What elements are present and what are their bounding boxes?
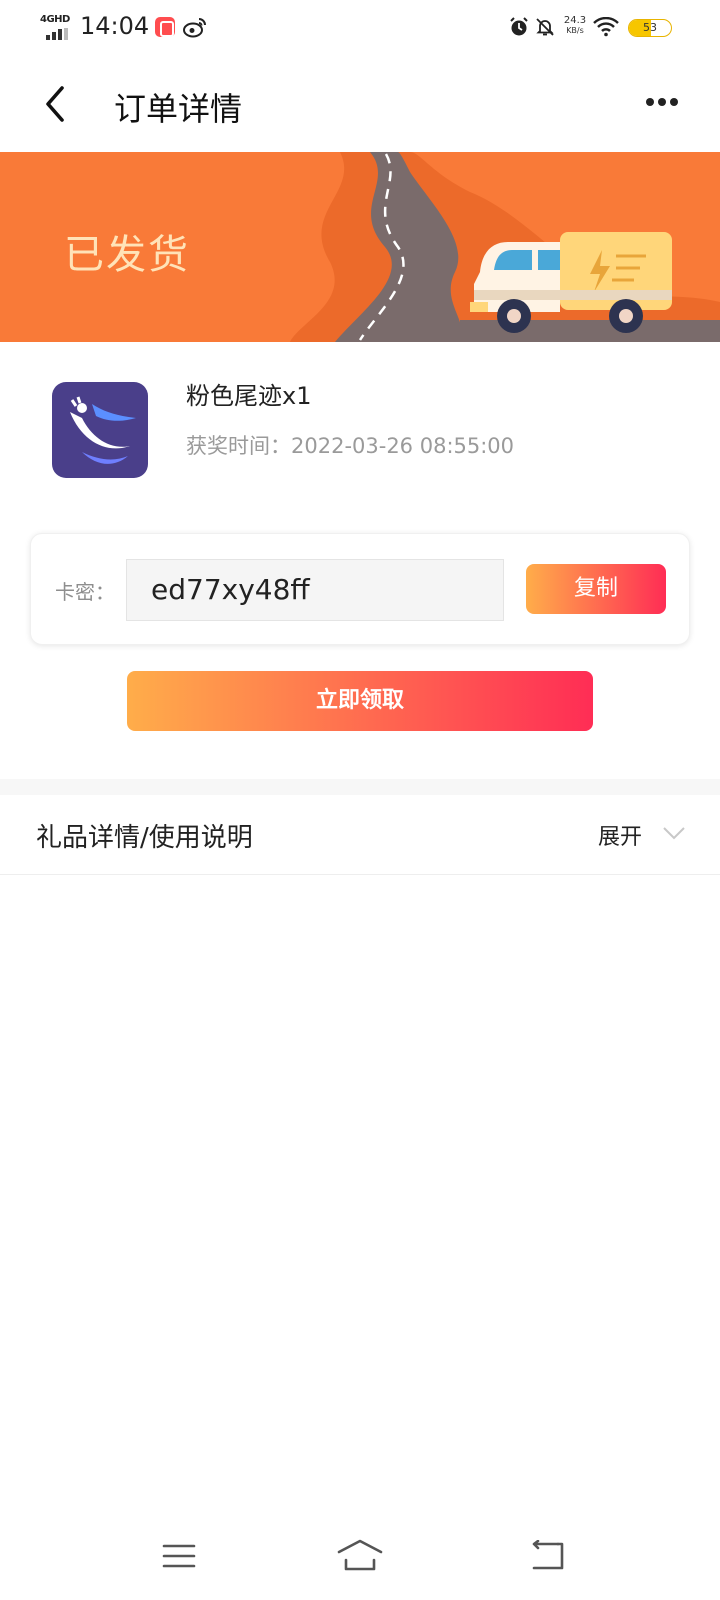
award-time: 获奖时间：2022-03-26 08:55:00 xyxy=(186,430,514,460)
status-bar: 4GHD 14:04 24.3 KB/s 53 xyxy=(0,0,720,56)
gift-details-title: 礼品详情/使用说明 xyxy=(36,823,253,853)
expand-toggle[interactable]: 展开 xyxy=(598,811,698,859)
more-options-icon[interactable] xyxy=(640,92,684,112)
notification-app-icon xyxy=(155,17,175,37)
speed-unit: KB/s xyxy=(566,26,584,35)
card-code-field[interactable]: ed77xy48ff xyxy=(126,559,504,621)
swoosh-logo-icon xyxy=(70,396,136,464)
back-nav-icon[interactable] xyxy=(528,1540,568,1572)
mute-bell-icon xyxy=(536,18,554,36)
battery-level: 53 xyxy=(643,21,657,34)
claim-now-button[interactable]: 立即领取 xyxy=(127,671,593,731)
card-code-label: 卡密： xyxy=(55,580,115,604)
shipping-status-banner: 已发货 xyxy=(0,152,720,342)
gift-details-section[interactable]: 礼品详情/使用说明 展开 xyxy=(0,795,720,875)
page-title: 订单详情 xyxy=(114,90,243,128)
expand-label: 展开 xyxy=(598,825,643,850)
speed-value: 24.3 xyxy=(563,15,587,26)
back-icon[interactable] xyxy=(40,82,70,126)
gift-item: 粉色尾迹x1 获奖时间：2022-03-26 08:55:00 xyxy=(0,342,720,530)
system-navigation-bar xyxy=(0,1520,720,1600)
gift-app-icon xyxy=(52,382,148,478)
award-time-value: 2022-03-26 08:55:00 xyxy=(291,434,515,458)
signal-icon: 4GHD xyxy=(40,14,74,40)
weibo-icon xyxy=(183,18,206,38)
wifi-icon xyxy=(593,17,619,37)
shipping-status-text: 已发货 xyxy=(64,232,190,278)
network-speed: 24.3 KB/s xyxy=(561,16,589,36)
battery-icon: 53 xyxy=(628,19,672,37)
section-divider xyxy=(0,779,720,795)
award-time-label: 获奖时间： xyxy=(186,434,291,458)
card-code-box: 卡密： ed77xy48ff 复制 xyxy=(30,533,690,645)
status-time: 14:04 xyxy=(80,12,150,40)
home-icon[interactable] xyxy=(336,1538,384,1572)
menu-icon[interactable] xyxy=(162,1542,196,1570)
alarm-icon xyxy=(510,17,528,36)
copy-button[interactable]: 复制 xyxy=(526,564,666,614)
gift-name: 粉色尾迹x1 xyxy=(186,382,312,410)
network-type: 4GHD xyxy=(40,14,70,25)
chevron-down-icon xyxy=(663,827,685,840)
header: 订单详情 xyxy=(0,56,720,152)
